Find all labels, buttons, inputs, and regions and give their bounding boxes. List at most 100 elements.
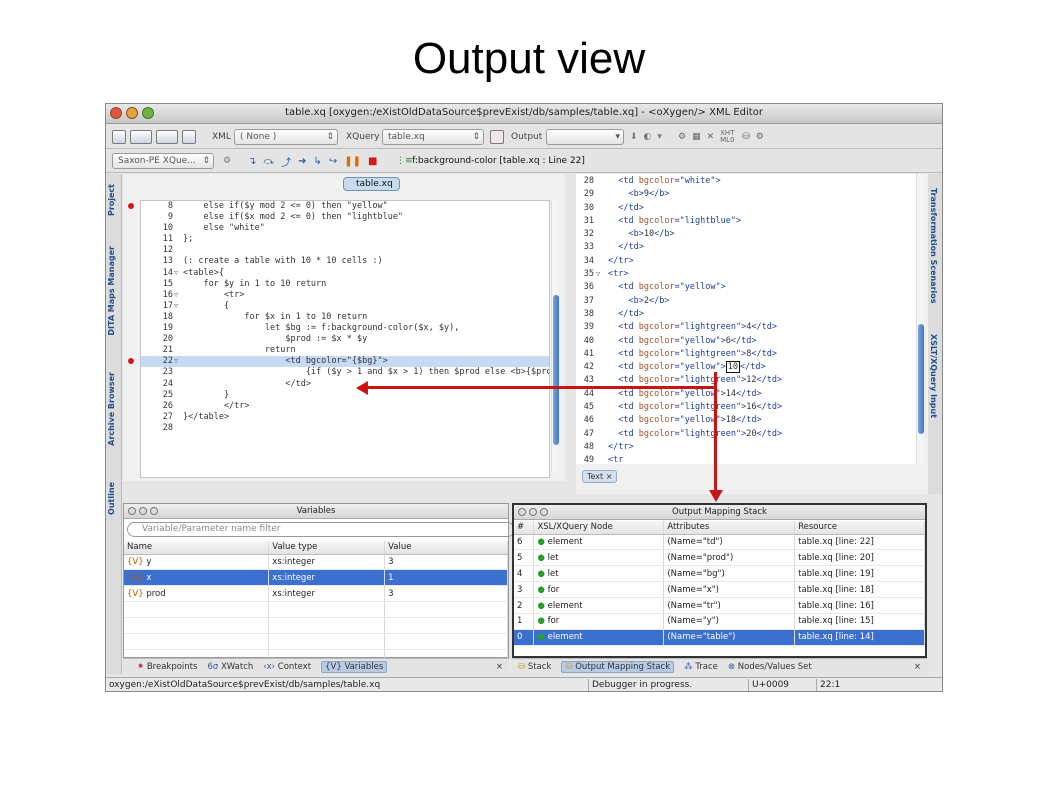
tab-context[interactable]: ‹x› Context: [263, 662, 311, 672]
column-header[interactable]: Value: [384, 541, 508, 555]
output-scrollbar[interactable]: [916, 174, 924, 464]
table-row[interactable]: 5 ● let (Name="prod") table.xq [line: 20]: [514, 549, 925, 567]
output-text-area[interactable]: 28 <td bgcolor="white"> 29 <b>9</b> 30 </t…: [576, 174, 916, 464]
clear-icon[interactable]: ✕: [707, 132, 715, 142]
grid-icon[interactable]: ▦: [692, 132, 701, 142]
code-area[interactable]: 8 else if($y mod 2 <= 0) then "yellow" 9 …: [140, 200, 550, 478]
pause-icon[interactable]: ❚❚: [344, 156, 361, 167]
code-line[interactable]: 19 let $bg := f:background-color($x, $y)…: [141, 323, 549, 334]
panel-minimize-button[interactable]: [139, 507, 147, 515]
output-select[interactable]: ▾: [546, 129, 624, 145]
tab-transformation-scenarios[interactable]: Transformation Scenarios: [929, 188, 938, 304]
run-to-cursor-icon[interactable]: ↳: [313, 156, 321, 167]
panel-close-button[interactable]: [518, 508, 526, 516]
editor-scrollbar[interactable]: [551, 200, 559, 472]
code-line[interactable]: 14 ▽ <table>{: [141, 268, 549, 279]
editor-file-tab[interactable]: table.xq: [343, 177, 400, 191]
table-row[interactable]: {V} prod xs:integer 3: [124, 585, 508, 603]
code-line[interactable]: 8 else if($y mod 2 <= 0) then "yellow": [141, 201, 549, 212]
code-line[interactable]: 22 ▽ <td bgcolor="{$bg}">: [141, 356, 549, 368]
engine-select[interactable]: Saxon-PE XQue... ⇕: [112, 153, 214, 169]
code-line[interactable]: 13 (: create a table with 10 * 10 cells :…: [141, 256, 549, 267]
editor-scroll-thumb[interactable]: [553, 295, 559, 445]
table-row[interactable]: 4 ● let (Name="bg") table.xq [line: 19]: [514, 565, 925, 583]
settings-icon[interactable]: ⚙: [678, 132, 686, 142]
close-icon[interactable]: ×: [606, 472, 613, 481]
code-line[interactable]: 26 </tr>: [141, 401, 549, 412]
tab-breakpoints[interactable]: ⁕ Breakpoints: [137, 662, 197, 672]
code-line[interactable]: 23 {if ($y > 1 and $x > 1) then $prod el…: [141, 367, 549, 378]
close-icon[interactable]: ×: [496, 662, 503, 672]
column-header[interactable]: Name: [124, 541, 270, 555]
fold-icon[interactable]: ▽: [174, 268, 181, 279]
database-icon[interactable]: ⛁: [742, 132, 750, 142]
fold-icon[interactable]: ▽: [174, 290, 181, 301]
table-row[interactable]: 2 ● element (Name="tr") table.xq [line: 16]: [514, 597, 925, 614]
code-line[interactable]: 10 else "white": [141, 223, 549, 234]
tag-icon[interactable]: ◐: [644, 132, 652, 142]
code-line[interactable]: 28: [141, 423, 549, 434]
run-to-end-icon[interactable]: ↪: [329, 156, 337, 167]
step-over-icon[interactable]: ⤼: [263, 156, 274, 167]
tab-project[interactable]: Project: [107, 184, 116, 216]
code-line[interactable]: 12: [141, 245, 549, 256]
column-header[interactable]: Value type: [268, 541, 386, 555]
code-line[interactable]: 16 ▽ <tr>: [141, 290, 549, 301]
run-icon[interactable]: ➜: [298, 156, 306, 167]
tab-variables[interactable]: {V} Variables: [321, 660, 388, 673]
table-row[interactable]: 1 ● for (Name="y") table.xq [line: 15]: [514, 613, 925, 630]
output-text-tab[interactable]: Text ×: [582, 470, 618, 483]
debug-settings-icon[interactable]: ⚙: [756, 132, 764, 142]
stop-icon[interactable]: ■: [368, 156, 377, 167]
dropdown-icon[interactable]: ▾: [657, 132, 662, 142]
tab-xslt-xquery-input[interactable]: XSLT/XQuery Input: [929, 334, 938, 418]
code-line[interactable]: 27}</table>: [141, 412, 549, 423]
current-location-breadcrumb[interactable]: f:background-color [table.xq : Line 22]: [412, 156, 585, 166]
code-line[interactable]: 21 return: [141, 345, 549, 356]
tab-xwatch[interactable]: 6σ XWatch: [207, 662, 253, 672]
panel-zoom-button[interactable]: [540, 508, 548, 516]
panel-zoom-button[interactable]: [150, 507, 158, 515]
breakpoint-marker[interactable]: [128, 203, 134, 209]
column-header[interactable]: XSL/XQuery Node: [533, 521, 665, 535]
column-header[interactable]: Resource: [794, 521, 925, 535]
code-line[interactable]: 25 }: [141, 390, 549, 401]
validate-icon[interactable]: [182, 130, 196, 144]
download-icon[interactable]: ⬇: [630, 132, 638, 142]
xslt-debugger-icon[interactable]: [130, 130, 152, 144]
close-icon[interactable]: ×: [914, 662, 921, 672]
xhtml-output-icon[interactable]: XHT ML0: [720, 130, 736, 144]
code-line[interactable]: 11};: [141, 234, 549, 245]
fold-icon[interactable]: ▽: [596, 268, 600, 281]
tab-trace[interactable]: ⁂ Trace: [684, 662, 718, 672]
new-document-icon[interactable]: [112, 130, 126, 144]
step-out-icon[interactable]: ⤴: [281, 154, 291, 169]
table-row[interactable]: 3 ● for (Name="x") table.xq [line: 18]: [514, 581, 925, 599]
tab-dita-maps-manager[interactable]: DITA Maps Manager: [107, 246, 116, 336]
code-line[interactable]: 15 for $y in 1 to 10 return: [141, 279, 549, 290]
tab-nodes-values-set[interactable]: ⊗ Nodes/Values Set: [728, 662, 812, 672]
fold-icon[interactable]: ▽: [174, 301, 181, 312]
tab-archive-browser[interactable]: Archive Browser: [107, 372, 116, 446]
panel-minimize-button[interactable]: [529, 508, 537, 516]
tab-outline[interactable]: Outline: [107, 482, 116, 515]
xquery-debugger-icon[interactable]: [156, 130, 178, 144]
table-row[interactable]: 0 ● element (Name="table") table.xq [line: …: [514, 629, 925, 646]
code-line[interactable]: 17 ▽ {: [141, 301, 549, 312]
table-row[interactable]: {V} y xs:integer 3: [124, 554, 508, 571]
table-row[interactable]: 6 ● element (Name="td") table.xq [line: 22]: [514, 534, 925, 551]
tab-stack[interactable]: ⛁ Stack: [518, 662, 551, 672]
output-scroll-thumb[interactable]: [918, 324, 924, 434]
fold-icon[interactable]: ▽: [174, 356, 181, 367]
code-line[interactable]: 18 for $x in 1 to 10 return: [141, 312, 549, 323]
column-header[interactable]: Attributes: [663, 521, 796, 535]
xquery-source-select[interactable]: table.xq ⇕: [382, 129, 484, 145]
breakpoint-marker[interactable]: [128, 358, 134, 365]
column-header[interactable]: #: [514, 521, 535, 535]
table-row[interactable]: {V} x xs:integer 1: [124, 569, 508, 587]
link-icon[interactable]: [490, 130, 504, 144]
code-line[interactable]: 20 $prod := $x * $y: [141, 334, 549, 345]
tab-output-mapping-stack[interactable]: ⛁ Output Mapping Stack: [561, 660, 675, 673]
breakpoint-gutter[interactable]: [123, 200, 139, 478]
variable-filter-input[interactable]: Variable/Parameter name filter: [127, 522, 515, 537]
